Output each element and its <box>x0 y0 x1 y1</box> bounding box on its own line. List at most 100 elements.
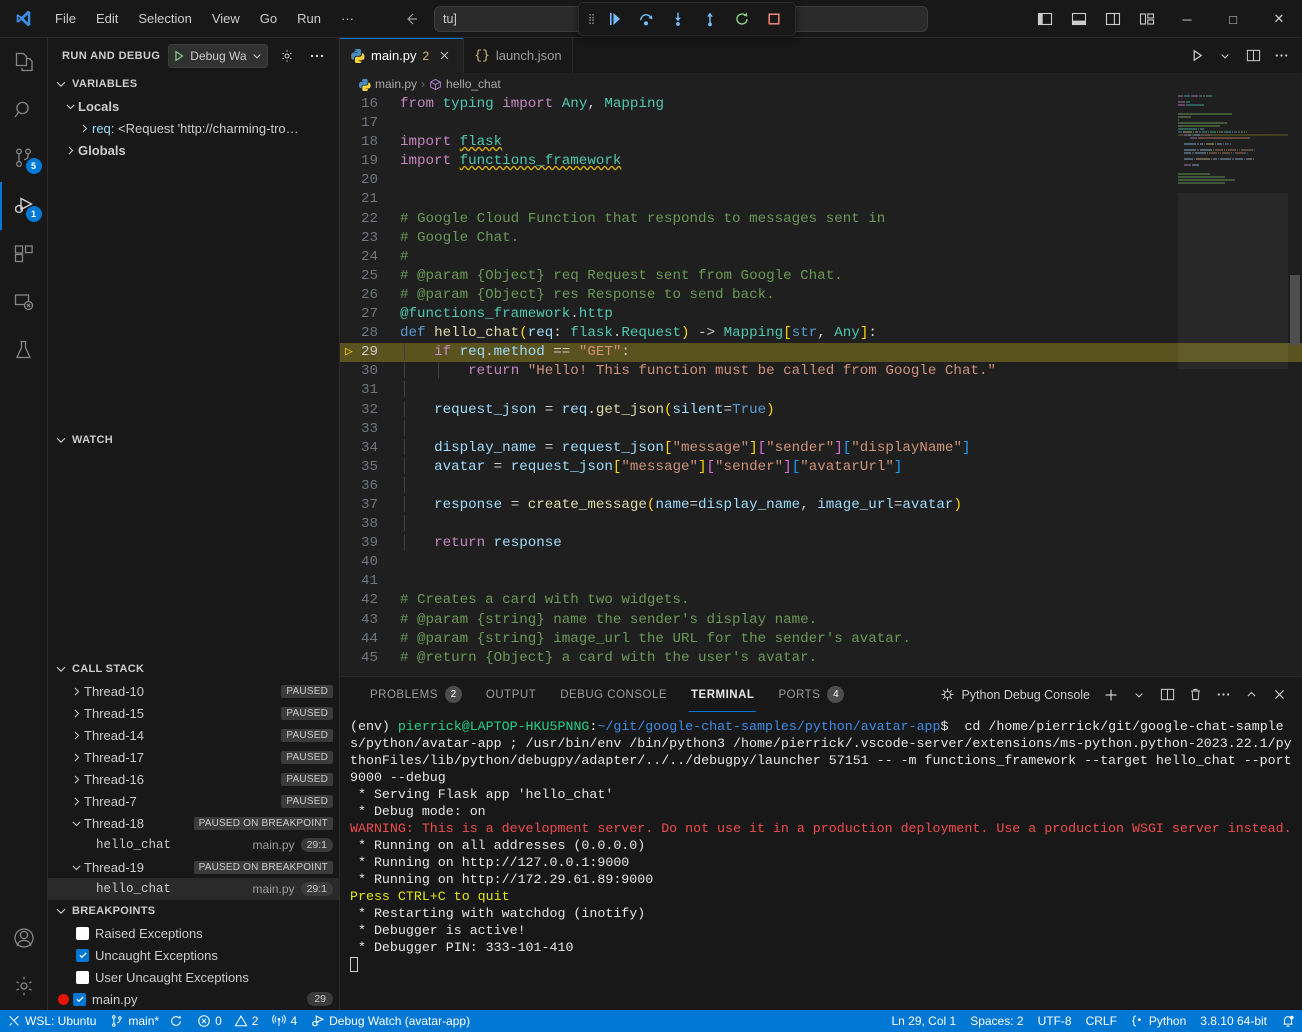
code-line[interactable]: 24# <box>340 248 1302 267</box>
close-icon[interactable] <box>435 47 453 65</box>
activity-item-search[interactable] <box>0 86 48 134</box>
menu-view[interactable]: View <box>203 8 249 29</box>
callstack-thread-row[interactable]: Thread-7 PAUSED <box>48 790 339 812</box>
sync-icon[interactable] <box>169 1014 183 1028</box>
variables-section-header[interactable]: VARIABLES <box>48 73 339 95</box>
tab-main-py[interactable]: main.py 2 <box>340 38 464 73</box>
chevron-down-icon[interactable] <box>68 861 84 874</box>
chevron-right-icon[interactable] <box>76 122 92 135</box>
chevron-down-icon[interactable] <box>68 817 84 830</box>
status-debug-session[interactable]: Debug Watch (avatar-app) <box>304 1010 477 1032</box>
code-line[interactable]: 22# Google Cloud Function that responds … <box>340 210 1302 229</box>
code-line[interactable]: 37│ response = create_message(name=displ… <box>340 496 1302 515</box>
stop-button[interactable] <box>759 5 789 33</box>
chevron-right-icon[interactable] <box>68 707 84 720</box>
menu-file[interactable]: File <box>46 8 85 29</box>
open-launch-json-button[interactable] <box>276 45 298 67</box>
code-line[interactable]: 45# @return {Object} a card with the use… <box>340 649 1302 668</box>
step-over-button[interactable] <box>631 5 661 33</box>
restart-button[interactable] <box>727 5 757 33</box>
minimize-window-button[interactable]: ─ <box>1164 0 1210 38</box>
chevron-right-icon[interactable] <box>62 144 78 157</box>
code-line[interactable]: 21 <box>340 190 1302 209</box>
callstack-frame-row-selected[interactable]: hello_chat main.py 29:1 <box>48 878 339 900</box>
callstack-thread-row[interactable]: Thread-17 PAUSED <box>48 746 339 768</box>
debug-configuration-select[interactable]: Debug Wa <box>168 44 267 68</box>
code-line[interactable]: 17 <box>340 114 1302 133</box>
minimap-slider[interactable] <box>1178 193 1288 369</box>
tab-output[interactable]: OUTPUT <box>474 677 548 712</box>
tab-ports[interactable]: PORTS 4 <box>766 677 856 712</box>
code-line[interactable]: 18import flask <box>340 133 1302 152</box>
chevron-right-icon[interactable] <box>68 751 84 764</box>
menu-run[interactable]: Run <box>288 8 330 29</box>
checkbox-checked-icon[interactable] <box>76 949 89 962</box>
activity-item-source-control[interactable]: 5 <box>0 134 48 182</box>
activity-item-explorer[interactable] <box>0 38 48 86</box>
code-line[interactable]: 28def hello_chat(req: flask.Request) -> … <box>340 324 1302 343</box>
run-options-chevron[interactable] <box>1212 42 1238 70</box>
close-window-button[interactable]: ✕ <box>1256 0 1302 38</box>
status-encoding[interactable]: UTF-8 <box>1031 1010 1079 1032</box>
activity-item-accounts[interactable] <box>0 914 48 962</box>
activity-item-manage-settings[interactable] <box>0 962 48 1010</box>
breadcrumb-file[interactable]: main.py <box>375 77 417 91</box>
status-eol[interactable]: CRLF <box>1079 1010 1124 1032</box>
code-line[interactable]: 25# @param {Object} req Request sent fro… <box>340 267 1302 286</box>
chevron-down-icon[interactable] <box>62 100 78 113</box>
callstack-thread-row[interactable]: Thread-15 PAUSED <box>48 702 339 724</box>
code-line[interactable]: 27@functions_framework.http <box>340 305 1302 324</box>
breadcrumb-symbol[interactable]: hello_chat <box>446 77 501 91</box>
callstack-thread-row[interactable]: Thread-14 PAUSED <box>48 724 339 746</box>
activity-item-testing[interactable] <box>0 326 48 374</box>
code-line[interactable]: 23# Google Chat. <box>340 229 1302 248</box>
editor-vertical-scrollbar[interactable] <box>1288 95 1302 676</box>
code-line[interactable]: 39│ return response <box>340 534 1302 553</box>
menu-selection[interactable]: Selection <box>129 8 200 29</box>
status-remote-indicator[interactable]: WSL: Ubuntu <box>0 1010 103 1032</box>
breakpoint-raised-exceptions[interactable]: Raised Exceptions <box>48 922 339 944</box>
code-line[interactable]: 34│ display_name = request_json["message… <box>340 439 1302 458</box>
toggle-secondary-sidebar[interactable] <box>1096 0 1130 38</box>
chevron-right-icon[interactable] <box>68 729 84 742</box>
status-language-mode[interactable]: Python <box>1124 1010 1193 1032</box>
arrow-left-icon[interactable] <box>403 11 419 27</box>
code-line[interactable]: 42# Creates a card with two widgets. <box>340 591 1302 610</box>
panel-more-actions-button[interactable] <box>1210 682 1236 708</box>
callstack-thread-row[interactable]: Thread-10 PAUSED <box>48 680 339 702</box>
maximize-panel-button[interactable] <box>1238 682 1264 708</box>
code-line[interactable]: 44# @param {string} image_url the URL fo… <box>340 630 1302 649</box>
more-actions-button[interactable] <box>1268 42 1294 70</box>
activity-item-run-and-debug[interactable]: 1 <box>0 182 48 230</box>
continue-button[interactable] <box>599 5 629 33</box>
code-line[interactable]: 43# @param {string} name the sender's di… <box>340 611 1302 630</box>
status-notifications[interactable] <box>1274 1010 1302 1032</box>
active-terminal-name[interactable]: Python Debug Console <box>940 687 1090 702</box>
checkbox-unchecked-icon[interactable] <box>76 971 89 984</box>
tab-terminal[interactable]: TERMINAL <box>679 677 766 712</box>
callstack-thread-row[interactable]: Thread-16 PAUSED <box>48 768 339 790</box>
step-out-button[interactable] <box>695 5 725 33</box>
code-line[interactable]: 41 <box>340 572 1302 591</box>
code-line[interactable]: 40 <box>340 553 1302 572</box>
tab-debug-console[interactable]: DEBUG CONSOLE <box>548 677 679 712</box>
toggle-panel[interactable] <box>1062 0 1096 38</box>
breakpoint-uncaught-exceptions[interactable]: Uncaught Exceptions <box>48 944 339 966</box>
drag-grip-icon[interactable]: ⣿ <box>585 14 597 25</box>
checkbox-unchecked-icon[interactable] <box>76 927 89 940</box>
menu-edit[interactable]: Edit <box>87 8 127 29</box>
menu-go[interactable]: Go <box>251 8 286 29</box>
breakpoint-user-uncaught-exceptions[interactable]: User Uncaught Exceptions <box>48 966 339 988</box>
code-line[interactable]: 30│ │ return "Hello! This function must … <box>340 362 1302 381</box>
menu-more[interactable]: ··· <box>332 8 363 29</box>
run-python-file-button[interactable] <box>1184 42 1210 70</box>
terminal-profile-chevron[interactable] <box>1126 682 1152 708</box>
play-icon[interactable] <box>172 49 186 63</box>
code-line[interactable]: 36│ <box>340 477 1302 496</box>
checkbox-checked-icon[interactable] <box>73 993 86 1006</box>
code-line[interactable]: 33│ <box>340 420 1302 439</box>
watch-section-header[interactable]: WATCH <box>48 429 339 451</box>
code-line[interactable]: 19import functions_framework <box>340 152 1302 171</box>
code-line[interactable]: 29▷│ if req.method == "GET": <box>340 343 1302 362</box>
watch-expressions-list[interactable] <box>48 451 339 658</box>
